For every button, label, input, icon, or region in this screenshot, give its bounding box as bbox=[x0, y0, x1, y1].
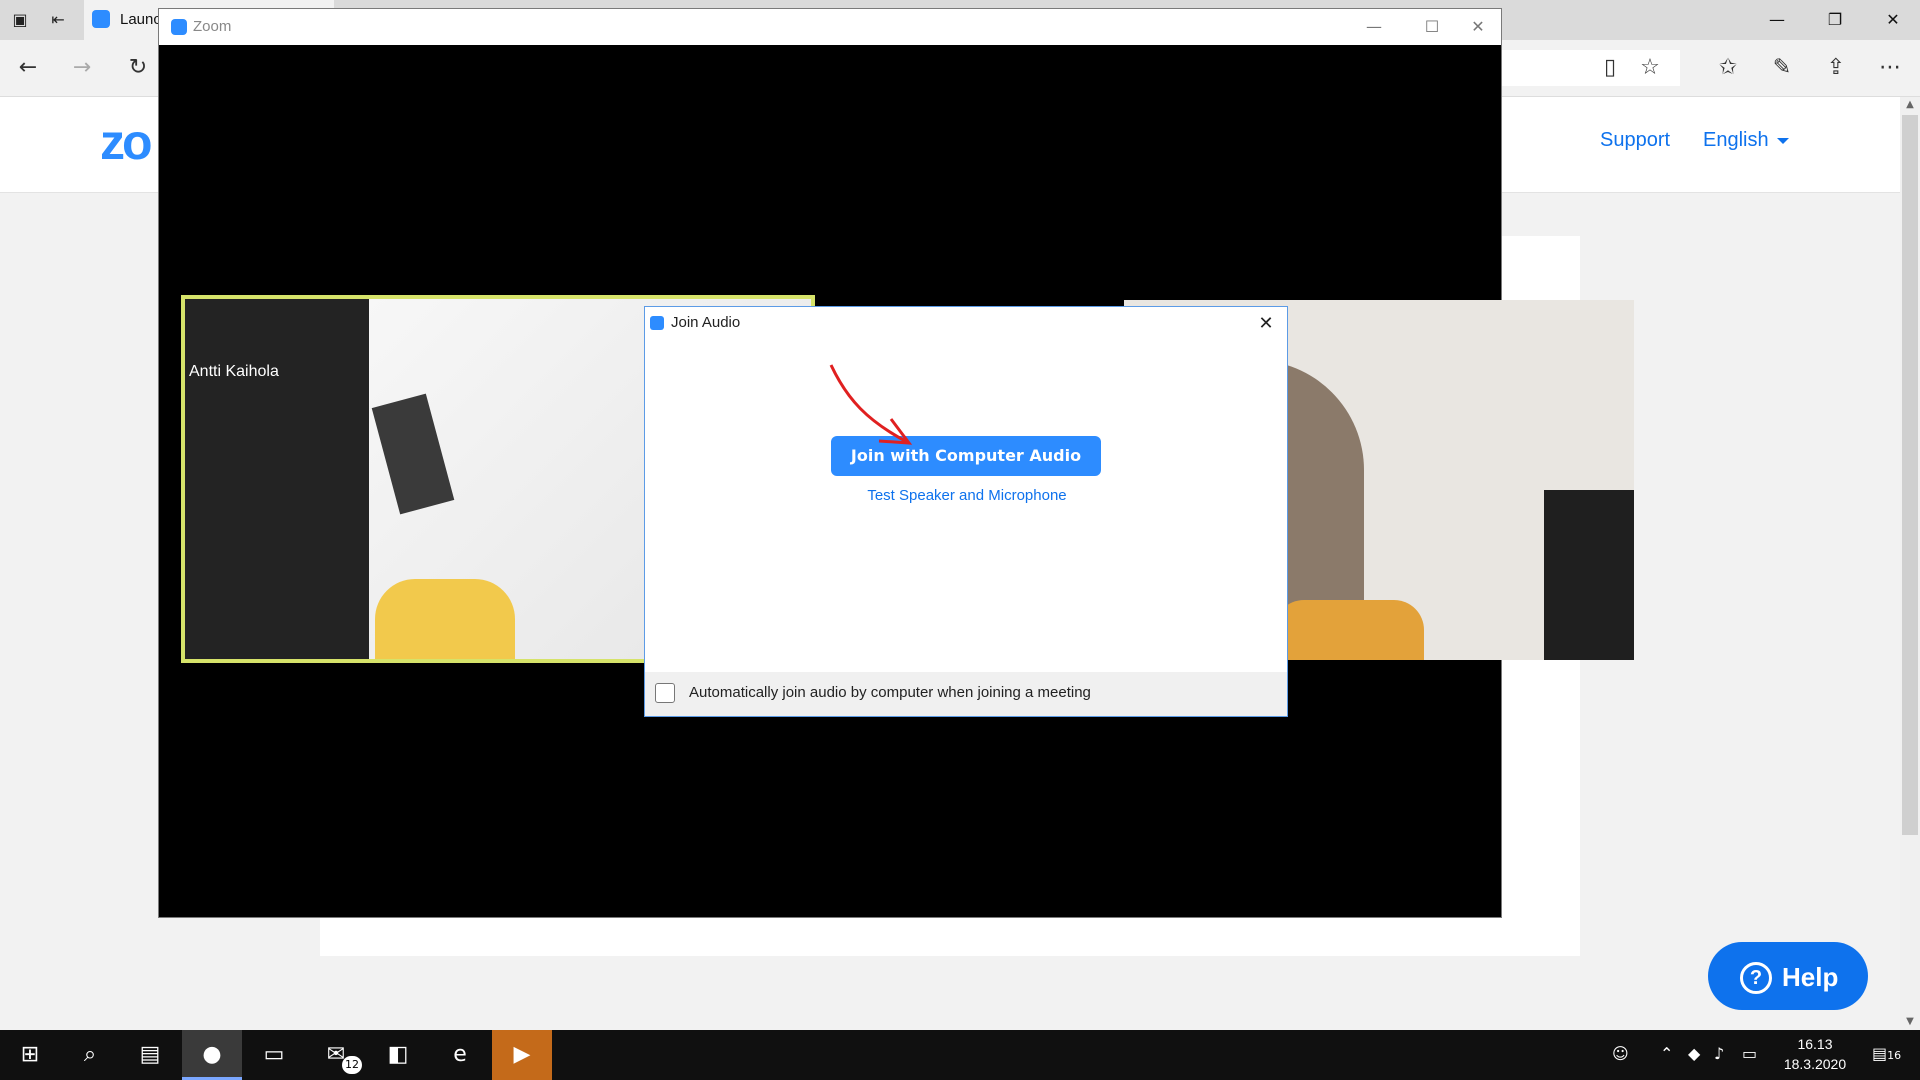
video-dark-area bbox=[185, 299, 369, 659]
dropbox-icon[interactable]: ◆ bbox=[1688, 1044, 1700, 1063]
tab-actions-icon[interactable]: ▣ bbox=[8, 8, 32, 32]
clock-date: 18.3.2020 bbox=[1783, 1056, 1847, 1072]
zoom-app-icon bbox=[171, 19, 187, 35]
tray-expand-icon[interactable]: ⌃ bbox=[1660, 1044, 1673, 1063]
zoom-meeting-window: Zoom — ☐ ✕ Antti Kaihola Join Audio ✕ Jo… bbox=[158, 8, 1634, 918]
question-icon: ? bbox=[1740, 962, 1772, 994]
browser-minimize-button[interactable]: — bbox=[1757, 6, 1797, 34]
scroll-up-icon[interactable]: ▲ bbox=[1903, 99, 1917, 110]
windows-taskbar: ⊞ ⌕ ▤ ● ▭ ✉ 12 ◧ e ▶ ☺ ⌃ ◆ ♪ ▭ 16.13 18.3… bbox=[0, 1030, 1920, 1080]
scroll-down-icon[interactable]: ▼ bbox=[1903, 1016, 1917, 1027]
task-view-icon[interactable]: ▤ bbox=[120, 1030, 180, 1080]
red-arrow-annotation bbox=[829, 364, 913, 445]
help-label: Help bbox=[1782, 962, 1839, 992]
zoom-close-button[interactable]: ✕ bbox=[1455, 13, 1501, 41]
dialog-close-icon[interactable]: ✕ bbox=[1251, 309, 1281, 339]
test-speaker-link[interactable]: Test Speaker and Microphone bbox=[645, 487, 1289, 504]
firefox-icon[interactable]: ● bbox=[182, 1030, 242, 1080]
help-button[interactable]: ? Help bbox=[1708, 942, 1868, 1010]
taskbar-clock[interactable]: 16.13 18.3.2020 bbox=[1780, 1034, 1850, 1074]
volume-icon[interactable]: ♪ bbox=[1714, 1044, 1724, 1063]
zoom-minimize-button[interactable]: — bbox=[1351, 13, 1397, 41]
back-icon[interactable]: ← bbox=[14, 54, 42, 82]
join-audio-dialog: Join Audio ✕ Join with Computer Audio Te… bbox=[644, 306, 1288, 717]
zoom-logo[interactable]: zo bbox=[100, 113, 153, 171]
clock-time: 16.13 bbox=[1797, 1036, 1833, 1052]
zoom-dialog-icon bbox=[650, 316, 664, 330]
zoom-taskbar-icon[interactable]: ▶ bbox=[492, 1030, 552, 1080]
notification-count: 16 bbox=[1887, 1049, 1902, 1062]
caret-down-icon bbox=[1776, 137, 1789, 144]
language-label: English bbox=[1703, 129, 1769, 151]
forward-icon[interactable]: → bbox=[68, 54, 96, 82]
language-selector[interactable]: English bbox=[1703, 129, 1789, 152]
dialog-footer: Automatically join audio by computer whe… bbox=[645, 672, 1287, 716]
support-link[interactable]: Support bbox=[1600, 129, 1670, 152]
web-note-icon[interactable]: ✎ bbox=[1768, 54, 1796, 82]
participant-shirt bbox=[375, 579, 515, 659]
favorite-star-icon[interactable]: ☆ bbox=[1636, 54, 1664, 82]
favorites-hub-icon[interactable]: ✩ bbox=[1714, 54, 1742, 82]
pdf-app-icon[interactable]: ◧ bbox=[368, 1030, 428, 1080]
start-windows-icon[interactable]: ⊞ bbox=[0, 1030, 60, 1080]
people-icon[interactable]: ☺ bbox=[1612, 1044, 1629, 1063]
reading-view-icon[interactable]: ▯ bbox=[1596, 54, 1624, 82]
notification-center-icon[interactable]: ▤16 bbox=[1872, 1044, 1901, 1063]
browser-close-button[interactable]: ✕ bbox=[1873, 6, 1913, 34]
video-dark-corner bbox=[1544, 490, 1634, 660]
zoom-title-bar: Zoom — ☐ ✕ bbox=[159, 9, 1501, 45]
browser-restore-button[interactable]: ❐ bbox=[1815, 6, 1855, 34]
search-icon[interactable]: ⌕ bbox=[60, 1030, 120, 1080]
dialog-title: Join Audio bbox=[671, 314, 741, 331]
more-menu-icon[interactable]: ⋯ bbox=[1876, 54, 1904, 82]
share-icon[interactable]: ⇪ bbox=[1822, 54, 1850, 82]
scrollbar-thumb[interactable] bbox=[1902, 115, 1918, 835]
participant-name-label: Antti Kaihola bbox=[189, 363, 279, 380]
edge-icon[interactable]: e bbox=[430, 1030, 490, 1080]
zoom-maximize-button[interactable]: ☐ bbox=[1409, 13, 1455, 41]
battery-icon[interactable]: ▭ bbox=[1742, 1044, 1757, 1063]
refresh-icon[interactable]: ↻ bbox=[124, 54, 152, 82]
mail-badge: 12 bbox=[342, 1056, 362, 1074]
zoom-window-title: Zoom bbox=[193, 18, 232, 35]
zoom-favicon-icon bbox=[92, 10, 110, 28]
set-aside-tabs-icon[interactable]: ⇤ bbox=[46, 8, 70, 32]
file-explorer-icon[interactable]: ▭ bbox=[244, 1030, 304, 1080]
auto-join-label[interactable]: Automatically join audio by computer whe… bbox=[689, 684, 1091, 701]
participant-shirt-right bbox=[1274, 600, 1424, 660]
mail-icon[interactable]: ✉ 12 bbox=[306, 1030, 366, 1080]
auto-join-checkbox[interactable] bbox=[655, 683, 675, 703]
